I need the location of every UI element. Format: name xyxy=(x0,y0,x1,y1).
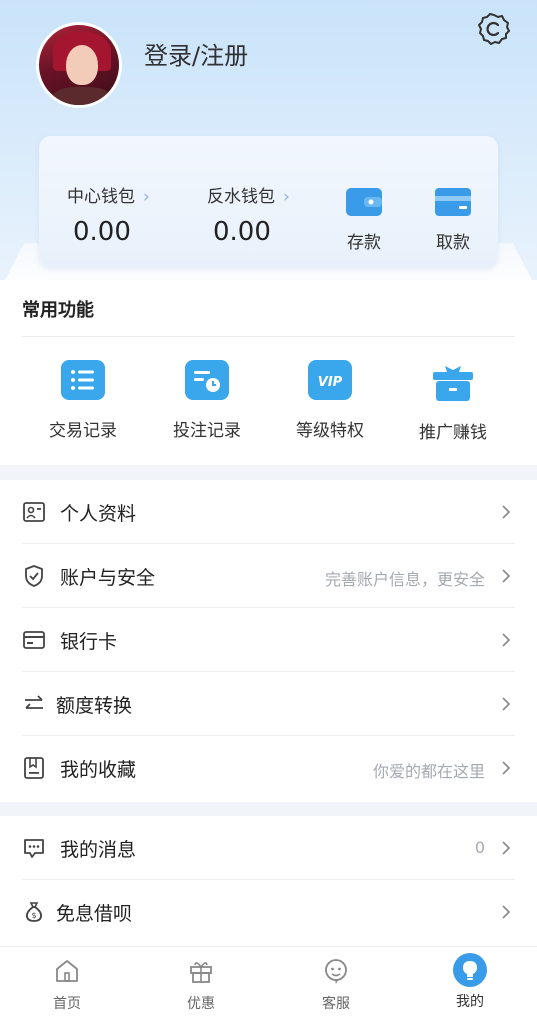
tab-label: 优惠 xyxy=(187,996,215,1012)
wallet-icon xyxy=(346,188,382,216)
wallet-card: 中心钱包 › 0.00 反水钱包 › 0.00 存款 取款 xyxy=(39,136,498,268)
menu-label: 银行卡 xyxy=(60,631,118,653)
bank-card-icon xyxy=(23,631,45,649)
chevron-right-icon: › xyxy=(283,187,290,207)
support-icon xyxy=(325,959,347,984)
menu-label: 账户与安全 xyxy=(60,567,156,589)
gift-box-icon xyxy=(190,962,212,983)
bet-record-icon xyxy=(185,360,229,400)
menu-row-bank-card[interactable]: 银行卡 xyxy=(0,608,537,672)
deposit-button[interactable]: 存款 xyxy=(334,186,394,253)
function-label: 推广赚钱 xyxy=(419,423,487,443)
bottom-tab-bar: 首页 优惠 客服 我的 xyxy=(0,946,537,1024)
chevron-right-icon xyxy=(502,569,511,583)
rebate-wallet[interactable]: 反水钱包 › 0.00 xyxy=(207,182,290,247)
menu-label: 我的收藏 xyxy=(60,759,137,781)
tab-promotions[interactable]: 优惠 xyxy=(156,957,246,1013)
transfer-icon xyxy=(25,695,43,709)
menu-label: 我的消息 xyxy=(60,839,137,861)
message-count: 0 xyxy=(474,838,485,857)
menu-row-account-security[interactable]: 账户与安全 完善账户信息，更安全 xyxy=(0,544,537,608)
function-label: 投注记录 xyxy=(173,421,241,441)
function-transaction-records[interactable]: 交易记录 xyxy=(28,360,138,441)
tab-label: 我的 xyxy=(456,994,484,1010)
tab-label: 客服 xyxy=(322,996,350,1012)
tab-support[interactable]: 客服 xyxy=(291,957,381,1013)
svg-text:VIP: VIP xyxy=(318,375,343,390)
center-wallet[interactable]: 中心钱包 › 0.00 xyxy=(67,182,150,247)
function-label: 等级特权 xyxy=(296,421,364,441)
menu-row-credit-transfer[interactable]: 额度转换 xyxy=(0,672,537,736)
chevron-right-icon xyxy=(502,841,511,855)
tab-me[interactable]: 我的 xyxy=(425,953,515,1011)
menu-row-profile[interactable]: 个人资料 xyxy=(0,480,537,544)
withdraw-button[interactable]: 取款 xyxy=(423,186,483,253)
center-wallet-balance: 0.00 xyxy=(73,217,131,247)
svg-text:$: $ xyxy=(31,911,36,920)
menu-label: 个人资料 xyxy=(60,503,137,525)
common-functions-card: 常用功能 交易记录 投注记录 VIP 等级特权 推广赚钱 xyxy=(0,280,537,465)
chevron-right-icon xyxy=(502,905,511,919)
vip-icon: VIP xyxy=(308,360,352,400)
settings-icon[interactable] xyxy=(477,12,511,46)
tab-home[interactable]: 首页 xyxy=(22,957,112,1013)
avatar[interactable] xyxy=(36,22,122,108)
center-wallet-label: 中心钱包 xyxy=(67,187,135,207)
chevron-right-icon xyxy=(502,761,511,775)
card-icon xyxy=(435,188,471,216)
login-register-link[interactable]: 登录/注册 xyxy=(144,36,248,71)
gift-icon xyxy=(433,366,473,401)
chevron-right-icon: › xyxy=(143,187,150,207)
menu-group-1: 个人资料 账户与安全 完善账户信息，更安全 银行卡 额度转换 我的收藏 你爱的都… xyxy=(0,480,537,802)
tab-label: 首页 xyxy=(53,996,81,1012)
me-icon xyxy=(453,953,487,987)
rebate-wallet-balance: 0.00 xyxy=(213,217,271,247)
money-bag-icon: $ xyxy=(25,902,43,922)
function-promote-earn[interactable]: 推广赚钱 xyxy=(398,360,508,443)
shield-icon xyxy=(25,565,43,587)
chevron-right-icon xyxy=(502,697,511,711)
function-label: 交易记录 xyxy=(49,421,117,441)
menu-row-messages[interactable]: 我的消息 0 xyxy=(0,816,537,880)
menu-group-2: 我的消息 0 $ 免息借呗 xyxy=(0,816,537,946)
section-title: 常用功能 xyxy=(22,300,94,321)
rebate-wallet-label: 反水钱包 xyxy=(207,187,275,207)
menu-row-favorites[interactable]: 我的收藏 你爱的都在这里 xyxy=(0,736,537,800)
deposit-label: 存款 xyxy=(347,233,381,253)
message-icon xyxy=(24,839,44,858)
bookmark-icon xyxy=(24,757,44,779)
menu-label: 免息借呗 xyxy=(56,903,133,925)
function-vip-privileges[interactable]: VIP 等级特权 xyxy=(275,360,385,441)
profile-icon xyxy=(23,502,45,522)
chevron-right-icon xyxy=(502,505,511,519)
chevron-right-icon xyxy=(502,633,511,647)
withdraw-label: 取款 xyxy=(436,233,470,253)
menu-label: 额度转换 xyxy=(56,695,133,717)
home-icon xyxy=(56,960,78,982)
list-icon xyxy=(61,360,105,400)
menu-row-interest-free-loan[interactable]: $ 免息借呗 xyxy=(0,880,537,944)
menu-hint: 完善账户信息，更安全 xyxy=(324,570,485,589)
menu-hint: 你爱的都在这里 xyxy=(372,762,485,781)
function-bet-records[interactable]: 投注记录 xyxy=(152,360,262,441)
